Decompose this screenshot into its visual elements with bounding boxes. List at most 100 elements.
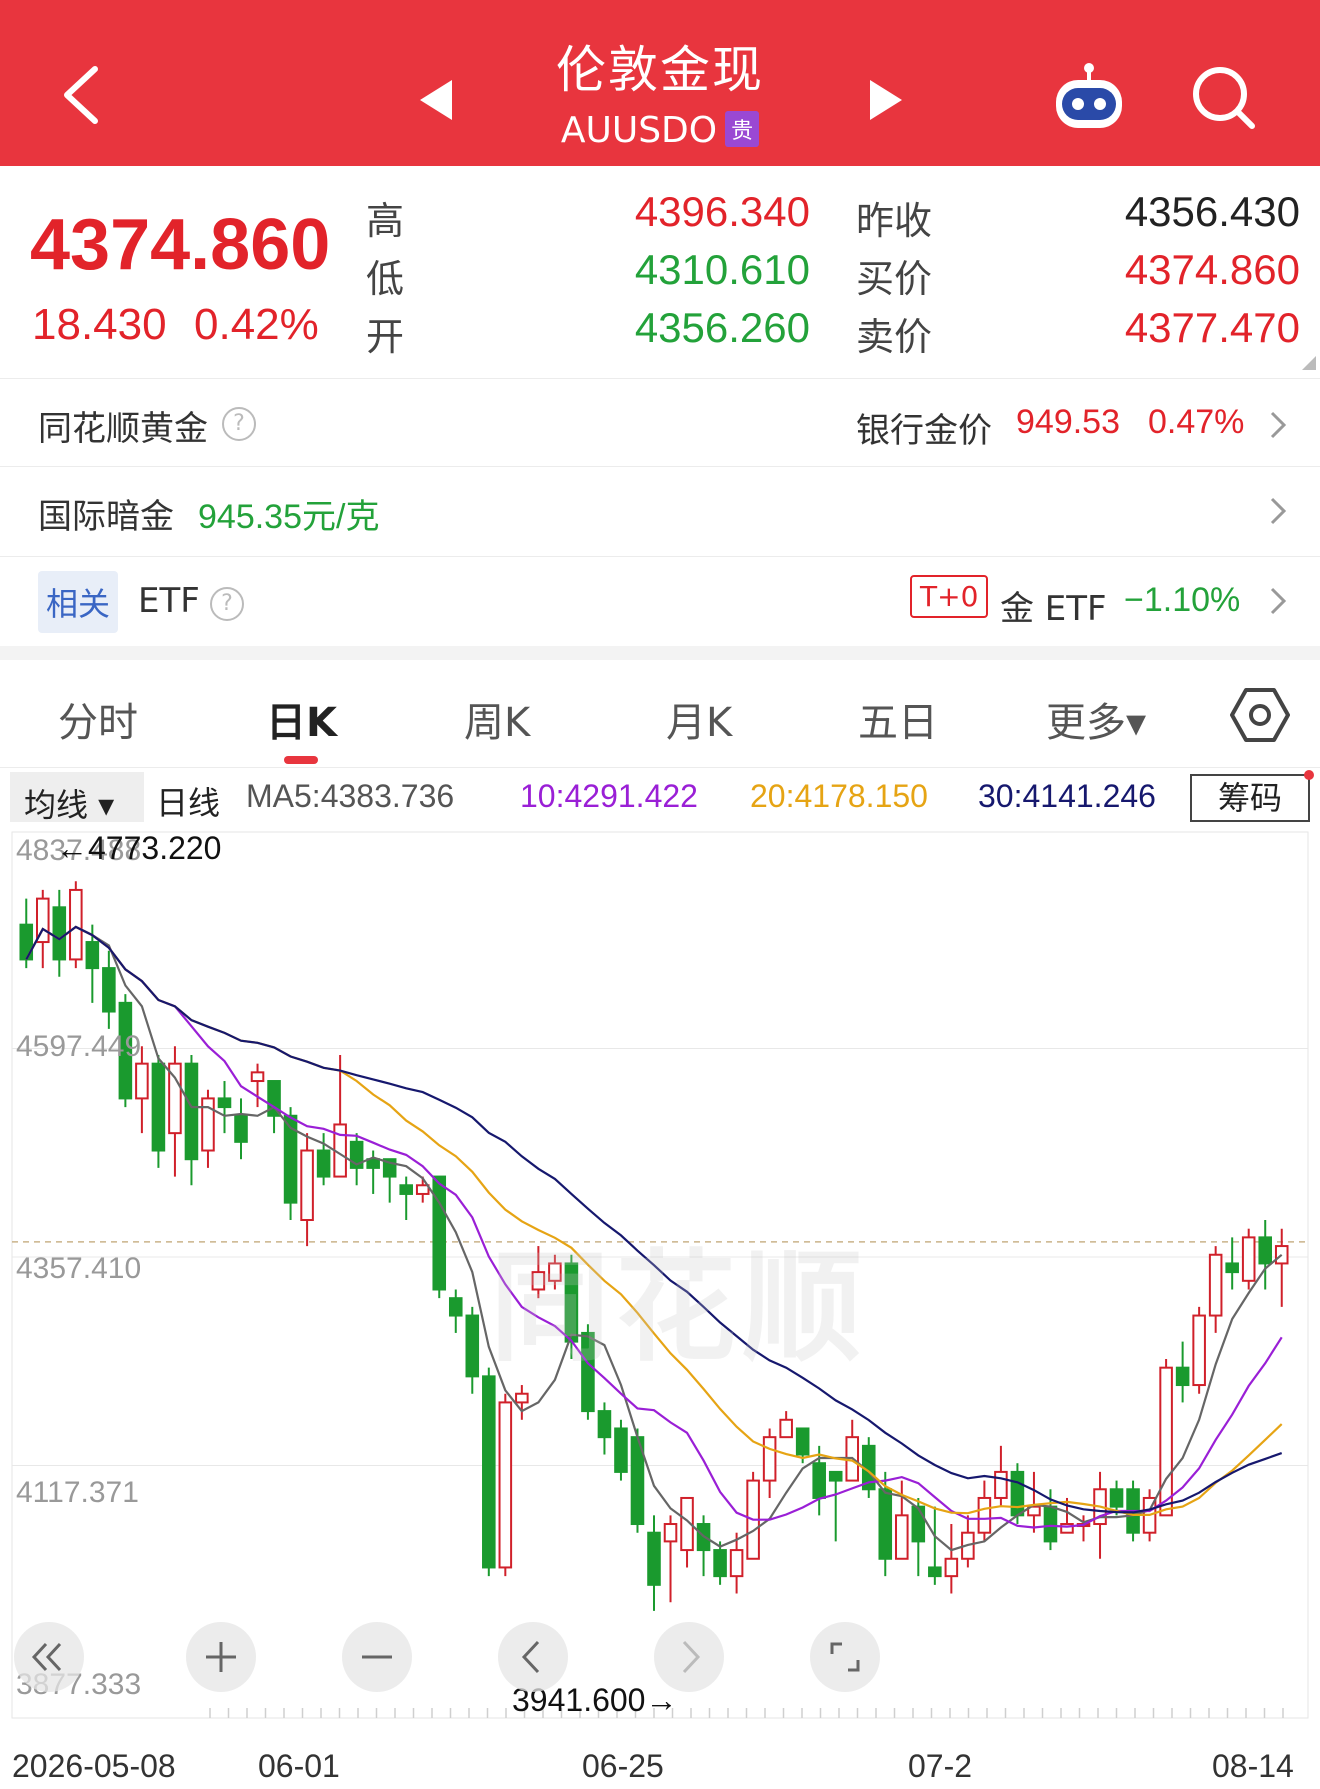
precious-badge: 贵 — [725, 111, 760, 147]
instrument-title: 伦敦金现 — [556, 41, 764, 99]
expand-corner-icon[interactable] — [1302, 356, 1316, 370]
etf-label: ETF — [138, 581, 200, 621]
candle-down — [448, 1297, 463, 1317]
candle-up — [663, 1523, 678, 1543]
bank-price-value: 949.53 — [1016, 403, 1120, 441]
gold-etf-name: 金 ETF — [1000, 589, 1107, 629]
instrument-code: AUUSDO 贵 — [460, 110, 860, 151]
candle-up — [69, 888, 83, 961]
scroll-right-button[interactable] — [654, 1622, 724, 1692]
candle-down — [713, 1549, 727, 1578]
collapse-icon — [31, 1642, 62, 1672]
next-icon — [682, 1640, 701, 1674]
candle-down — [52, 906, 67, 961]
ma-period: 日线 — [156, 785, 221, 821]
related-tag: 相关 — [38, 571, 119, 633]
candle-up — [1274, 1245, 1289, 1265]
intl-dark-gold-value: 945.35元/克 — [198, 498, 380, 536]
candle-up — [729, 1549, 744, 1578]
candle-up — [415, 1184, 430, 1195]
tab-five-day[interactable]: 五日 — [858, 690, 938, 748]
candle-down — [878, 1488, 893, 1560]
help-icon[interactable]: ? — [222, 407, 256, 441]
candle-up — [1192, 1314, 1206, 1387]
active-tab-indicator — [284, 756, 318, 764]
candle-up — [895, 1514, 909, 1560]
title-bar: 伦敦金现 AUUSDO 贵 — [0, 0, 1320, 166]
ask-value: 4377.470 — [1124, 304, 1300, 351]
zoom-in-button[interactable] — [186, 1622, 256, 1692]
prev-close-label: 昨收 — [856, 199, 933, 243]
settings-icon[interactable] — [1230, 686, 1290, 744]
candle-up — [977, 1496, 992, 1534]
back-icon[interactable] — [55, 55, 115, 135]
chevron-right-icon[interactable] — [1266, 491, 1290, 531]
candle-down — [465, 1314, 480, 1378]
candle-down — [234, 1114, 248, 1143]
bid-value: 4374.860 — [1124, 246, 1300, 293]
tab-daily-k[interactable]: 日K — [266, 690, 337, 748]
price-change: 18.430 — [32, 300, 167, 349]
next-instrument-icon[interactable] — [862, 70, 910, 130]
bank-price-percent: 0.47% — [1148, 403, 1245, 441]
zoom-in-icon — [206, 1642, 236, 1672]
robot-assistant-icon[interactable] — [1048, 60, 1130, 134]
collapse-button[interactable] — [14, 1622, 84, 1692]
candle-down — [812, 1462, 826, 1499]
tab-monthly-k[interactable]: 月K — [666, 690, 732, 748]
candle-down — [1225, 1262, 1239, 1274]
candle-down — [1043, 1505, 1058, 1543]
tab-intraday[interactable]: 分时 — [58, 690, 138, 748]
x-tick-label: 07-2 — [908, 1748, 973, 1784]
zoom-out-icon — [362, 1655, 392, 1659]
candle-up — [994, 1470, 1008, 1499]
max-price-annotation: ←4773.220 — [56, 830, 222, 866]
gold-etf-percent: −1.10% — [1124, 581, 1241, 619]
y-tick-label: 4597.449 — [16, 1030, 142, 1063]
high-label: 高 — [366, 199, 405, 243]
candle-down — [184, 1062, 199, 1161]
x-tick-label: 06-25 — [582, 1748, 664, 1784]
search-icon[interactable] — [1188, 62, 1258, 132]
chevron-right-icon[interactable] — [1266, 405, 1290, 445]
chevron-right-icon[interactable] — [1266, 581, 1290, 621]
tab-more[interactable]: 更多▾ — [1046, 690, 1146, 748]
low-label: 低 — [366, 257, 405, 301]
candle-up — [1208, 1253, 1223, 1317]
x-tick-label: 2026-05-08 — [12, 1748, 176, 1784]
candle-down — [85, 941, 100, 970]
candle-down — [1109, 1488, 1124, 1508]
indicator-dropdown[interactable]: 均线 ▾ — [10, 772, 144, 824]
high-value: 4396.340 — [634, 188, 810, 235]
candle-up — [779, 1418, 793, 1439]
instrument-code-text: AUUSDO — [560, 110, 718, 151]
scroll-left-button[interactable] — [498, 1622, 568, 1692]
candle-down — [614, 1427, 628, 1473]
related-etf-row[interactable]: 相关 ETF ? T+0 金 ETF −1.10% — [0, 556, 1320, 646]
notification-dot — [1304, 770, 1314, 780]
prev-instrument-icon[interactable] — [412, 70, 460, 130]
ma30-value: 30:4141.246 — [978, 778, 1156, 814]
candle-up — [498, 1401, 513, 1569]
candle-down — [366, 1158, 380, 1169]
candle-down — [1175, 1366, 1190, 1387]
candle-down — [482, 1375, 496, 1569]
candle-up — [300, 1149, 314, 1222]
candle-down — [647, 1531, 661, 1586]
fullscreen-button[interactable] — [810, 1622, 880, 1692]
ths-gold-row[interactable]: 同花顺黄金 ? 银行金价 949.53 0.47% — [0, 378, 1320, 466]
candle-down — [911, 1505, 926, 1543]
chips-button[interactable]: 筹码 — [1190, 774, 1310, 822]
candle-up — [762, 1436, 777, 1482]
help-icon[interactable]: ? — [210, 587, 244, 621]
candle-down — [399, 1184, 413, 1195]
tab-weekly-k[interactable]: 周K — [464, 690, 530, 748]
section-divider — [0, 646, 1320, 660]
zoom-out-button[interactable] — [342, 1622, 412, 1692]
candle-up — [515, 1392, 529, 1404]
x-tick-label: 06-01 — [258, 1748, 340, 1784]
candle-up — [1241, 1236, 1256, 1282]
candle-down — [1258, 1236, 1273, 1265]
intl-dark-gold-row[interactable]: 国际暗金 945.35元/克 — [0, 466, 1320, 554]
candle-down — [432, 1175, 447, 1291]
